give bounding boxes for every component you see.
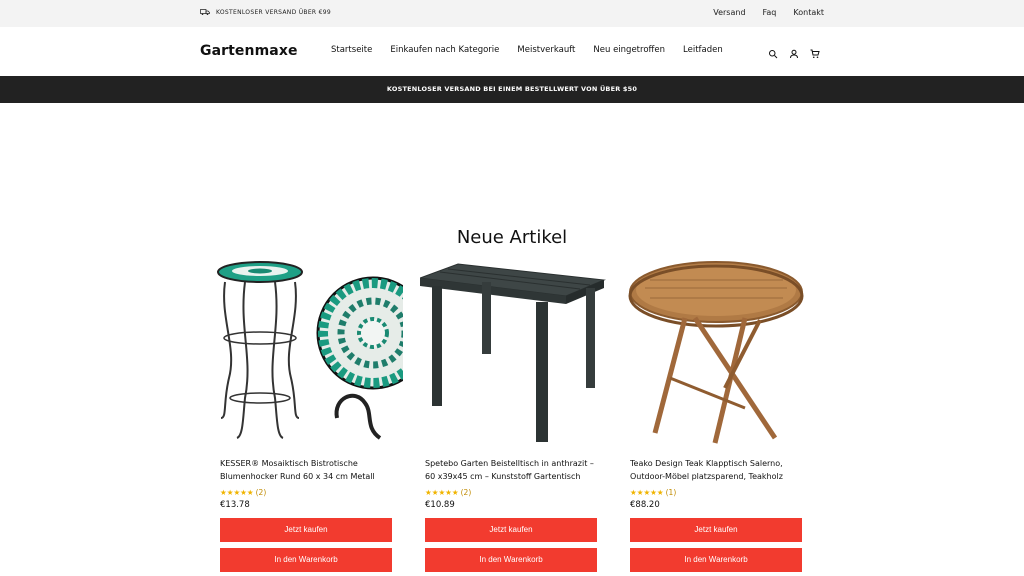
product-rating: ★★★★★ (2) — [425, 488, 471, 497]
product-title[interactable]: KESSER® Mosaiktisch Bistrotische Blumenh… — [220, 458, 398, 483]
user-icon[interactable] — [789, 44, 799, 59]
add-to-cart-button[interactable]: In den Warenkorb — [425, 548, 597, 572]
product-image-teak-table[interactable] — [625, 258, 813, 448]
product-image-plastic-table[interactable] — [420, 258, 608, 448]
product-card: Teako Design Teak Klapptisch Salerno, Ou… — [625, 258, 813, 572]
link-kontakt[interactable]: Kontakt — [793, 8, 824, 17]
buy-now-button[interactable]: Jetzt kaufen — [425, 518, 597, 542]
main-header: Gartenmaxe Startseite Einkaufen nach Kat… — [0, 27, 1024, 76]
product-price: €10.89 — [425, 500, 455, 510]
search-icon[interactable] — [768, 44, 778, 59]
star-rating: ★★★★★ — [220, 488, 254, 497]
cart-icon[interactable] — [810, 44, 820, 59]
promo-banner: KOSTENLOSER VERSAND BEI EINEM BESTELLWER… — [0, 76, 1024, 103]
site-logo[interactable]: Gartenmaxe — [200, 43, 298, 59]
section-title: Neue Artikel — [456, 227, 568, 248]
product-title[interactable]: Teako Design Teak Klapptisch Salerno, Ou… — [630, 458, 808, 483]
nav-meistverkauft[interactable]: Meistverkauft — [517, 45, 575, 55]
utility-links: Versand Faq Kontakt — [713, 8, 824, 17]
rating-count: (1) — [665, 488, 677, 497]
buy-now-button[interactable]: Jetzt kaufen — [630, 518, 802, 542]
truck-icon — [200, 9, 210, 16]
product-rating: ★★★★★ (1) — [630, 488, 676, 497]
header-icons — [768, 44, 820, 59]
star-rating: ★★★★★ — [630, 488, 664, 497]
shipping-notice: KOSTENLOSER VERSAND ÜBER €99 — [200, 8, 331, 16]
rating-count: (2) — [460, 488, 472, 497]
nav-startseite[interactable]: Startseite — [331, 45, 372, 55]
add-to-cart-button[interactable]: In den Warenkorb — [630, 548, 802, 572]
product-title[interactable]: Spetebo Garten Beistelltisch in anthrazi… — [425, 458, 603, 483]
link-faq[interactable]: Faq — [763, 8, 777, 17]
product-price: €88.20 — [630, 500, 660, 510]
product-rating: ★★★★★ (2) — [220, 488, 266, 497]
add-to-cart-button[interactable]: In den Warenkorb — [220, 548, 392, 572]
top-utility-bar: KOSTENLOSER VERSAND ÜBER €99 Versand Faq… — [0, 0, 1024, 27]
product-card: KESSER® Mosaiktisch Bistrotische Blumenh… — [215, 258, 403, 572]
nav-kategorie[interactable]: Einkaufen nach Kategorie — [390, 45, 499, 55]
nav-leitfaden[interactable]: Leitfaden — [683, 45, 723, 55]
shipping-text: KOSTENLOSER VERSAND ÜBER €99 — [216, 8, 331, 16]
product-card: Spetebo Garten Beistelltisch in anthrazi… — [420, 258, 608, 572]
link-versand[interactable]: Versand — [713, 8, 745, 17]
buy-now-button[interactable]: Jetzt kaufen — [220, 518, 392, 542]
main-nav: Startseite Einkaufen nach Kategorie Meis… — [331, 45, 723, 55]
star-rating: ★★★★★ — [425, 488, 459, 497]
product-image-mosaic-table[interactable] — [215, 258, 403, 448]
nav-neu-eingetroffen[interactable]: Neu eingetroffen — [593, 45, 665, 55]
rating-count: (2) — [255, 488, 267, 497]
product-price: €13.78 — [220, 500, 250, 510]
